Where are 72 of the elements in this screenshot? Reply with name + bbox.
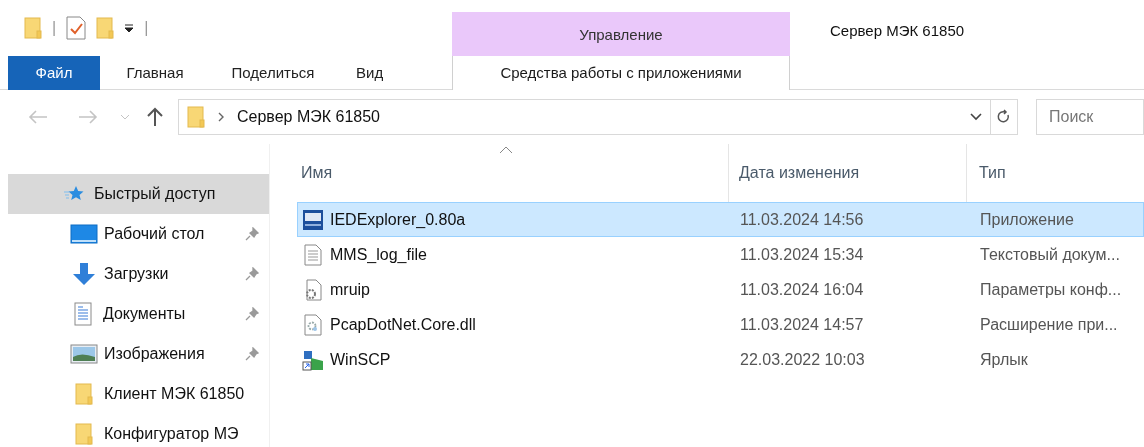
pin-icon[interactable] [245, 307, 259, 321]
file-type: Приложение [980, 210, 1074, 228]
contextual-tab-group: Управление [452, 12, 790, 58]
nav-item[interactable]: Конфигуратор МЭ [8, 414, 269, 447]
nav-item-label: Документы [102, 304, 187, 324]
back-arrow-icon[interactable] [28, 109, 48, 125]
file-name: WinSCP [330, 349, 391, 370]
nav-item-label: Быстрый доступ [94, 184, 217, 204]
nav-item[interactable]: Документы [8, 294, 269, 334]
ribbon-tab[interactable]: Главная [100, 56, 210, 90]
file-row[interactable]: IEDExplorer_0.80a 11.03.2024 14:56 Приложение [297, 202, 1144, 237]
folder-icon [187, 106, 205, 128]
forward-arrow-icon[interactable] [78, 109, 98, 125]
up-arrow-icon[interactable] [146, 107, 164, 127]
toolbar-separator: | [144, 18, 149, 38]
folder-icon [24, 17, 42, 39]
file-name: MMS_log_file [330, 244, 427, 265]
nav-item[interactable]: Загрузки [8, 254, 269, 294]
application-icon [303, 209, 323, 230]
landscape-image-icon [70, 344, 98, 364]
ribbon-tab[interactable]: Средства работы с приложениями [452, 56, 790, 90]
file-row[interactable]: mruip 11.03.2024 16:04 Параметры конф... [297, 272, 1144, 307]
modified-date: 11.03.2024 14:57 [740, 315, 864, 333]
file-row[interactable]: PcapDotNet.Core.dll 11.03.2024 14:57 Расширение при... [297, 307, 1144, 342]
file-name: mruip [330, 279, 370, 300]
folder-icon [75, 383, 93, 405]
file-row[interactable]: WinSCP 22.03.2022 10:03 Ярлык [297, 342, 1144, 377]
file-name: IEDExplorer_0.80a [330, 209, 466, 230]
toolbar-separator: | [52, 18, 57, 38]
ribbon-tab[interactable]: Поделиться [210, 56, 336, 90]
file-type: Расширение при... [980, 315, 1118, 333]
modified-date: 11.03.2024 16:04 [740, 280, 864, 298]
nav-item-label: Изображения [104, 344, 206, 364]
nav-item[interactable]: Изображения [8, 334, 269, 374]
document-icon [73, 302, 94, 326]
properties-checkmark-icon[interactable] [66, 16, 87, 40]
dropdown-icon[interactable] [124, 23, 135, 33]
file-type: Ярлык [980, 350, 1028, 368]
nav-item-label: Рабочий стол [104, 224, 206, 244]
sort-caret-icon[interactable] [499, 146, 513, 154]
breadcrumb-chevron-icon [217, 112, 225, 122]
pin-icon[interactable] [245, 227, 259, 241]
nav-item-label: Клиент МЭК 61850 [104, 384, 246, 404]
monitor-icon [70, 224, 98, 244]
nav-item[interactable]: Клиент МЭК 61850 [8, 374, 269, 414]
search-field[interactable]: Поиск [1036, 99, 1144, 135]
nav-item[interactable]: Быстрый доступ [8, 174, 269, 214]
file-type: Параметры конф... [980, 280, 1122, 298]
shortcut-icon [302, 348, 324, 371]
nav-item-label: Загрузки [104, 264, 170, 284]
ribbon-tab[interactable]: Вид [336, 56, 452, 90]
breadcrumb-item[interactable]: Сервер МЭК 61850 [237, 105, 380, 129]
file-type: Текстовый докум... [980, 245, 1120, 263]
folder-icon [75, 423, 93, 445]
refresh-icon[interactable] [997, 109, 1011, 125]
star-icon [63, 185, 85, 203]
modified-date: 22.03.2022 10:03 [740, 350, 865, 368]
window-title: Сервер МЭК 61850 [830, 21, 965, 41]
file-name: PcapDotNet.Core.dll [330, 314, 476, 335]
file-row[interactable]: MMS_log_file 11.03.2024 15:34 Текстовый докум... [297, 237, 1144, 272]
pin-icon[interactable] [245, 267, 259, 281]
text-file-icon [304, 243, 322, 266]
new-folder-icon [96, 17, 115, 39]
nav-item[interactable]: Рабочий стол [8, 214, 269, 254]
chevron-down-icon[interactable] [970, 113, 982, 121]
modified-date: 11.03.2024 15:34 [740, 245, 864, 263]
column-header[interactable]: Тип [967, 144, 1144, 202]
nav-item-label: Конфигуратор МЭ [104, 424, 240, 444]
pin-icon[interactable] [245, 347, 259, 361]
ribbon-tab[interactable]: Файл [8, 56, 100, 90]
modified-date: 11.03.2024 14:56 [740, 210, 864, 228]
address-field[interactable]: Сервер МЭК 61850 [178, 99, 1018, 135]
